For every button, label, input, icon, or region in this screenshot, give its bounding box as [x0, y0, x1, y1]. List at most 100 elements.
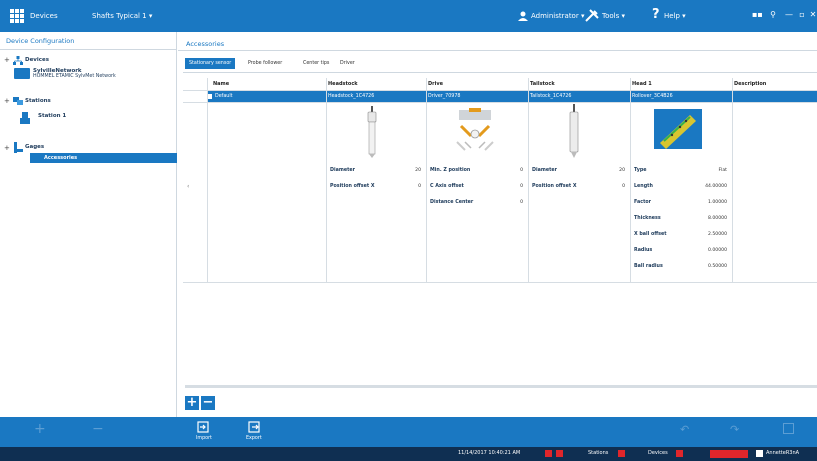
- tailstock-prop-offset-label: Position offset X: [532, 184, 577, 189]
- redo-icon[interactable]: ↷: [730, 423, 739, 436]
- minimize-button[interactable]: —: [784, 10, 794, 20]
- export-icon[interactable]: [248, 421, 260, 433]
- tab-driver[interactable]: Driver: [336, 58, 359, 69]
- column-header-head-1[interactable]: Head 1: [632, 78, 652, 90]
- status-alert-icon: [556, 450, 563, 457]
- status-user: AnnetteR3nA: [766, 450, 800, 456]
- divider: [0, 49, 177, 50]
- expand-icon[interactable]: +: [4, 56, 10, 64]
- drive-prop-distance-label: Distance Center: [430, 200, 474, 205]
- maximize-button[interactable]: ▫: [797, 10, 807, 20]
- grid-line: [426, 78, 427, 283]
- column-header-drive[interactable]: Drive: [428, 78, 443, 90]
- horizontal-scrollbar[interactable]: [185, 385, 817, 388]
- head-prop-type-label: Type: [634, 168, 647, 173]
- headstock-prop-offset-value[interactable]: 0: [409, 184, 421, 189]
- tab-bar-line: [183, 72, 817, 73]
- grid-line: [326, 78, 327, 283]
- status-alert-icon: [676, 450, 683, 457]
- status-alert-icon: [618, 450, 625, 457]
- user-menu[interactable]: Administrator ▾: [531, 12, 584, 20]
- import-icon[interactable]: [197, 421, 209, 433]
- headstock-image: [365, 106, 379, 158]
- column-header-name[interactable]: Name: [213, 78, 229, 90]
- column-header-headstock[interactable]: Headstock: [328, 78, 358, 90]
- add-row-button[interactable]: +: [185, 396, 199, 410]
- project-selector[interactable]: Shafts Typical 1 ▾: [92, 12, 152, 20]
- help-icon: ?: [652, 7, 660, 22]
- accessories-grid: Name Headstock Drive Tailstock Head 1 De…: [183, 78, 817, 283]
- stations-icon: [13, 96, 23, 106]
- tree-item-station-1[interactable]: Station 1: [38, 113, 66, 119]
- tailstock-prop-offset-value[interactable]: 0: [613, 184, 625, 189]
- apps-grid-icon[interactable]: [10, 9, 24, 23]
- tab-center-tips[interactable]: Center tips: [299, 58, 333, 69]
- tailstock-image: [567, 104, 581, 158]
- cell-head-1[interactable]: Rollover_3C4B26: [632, 91, 673, 102]
- grid-line: [183, 90, 817, 91]
- headstock-prop-offset-label: Position offset X: [330, 184, 375, 189]
- remove-icon[interactable]: −: [92, 421, 104, 437]
- tools-icon: [585, 9, 599, 22]
- head-prop-ballradius-label: Ball radius: [634, 264, 663, 269]
- tools-menu[interactable]: Tools ▾: [602, 12, 625, 20]
- tree-item-accessories[interactable]: Accessories: [30, 153, 177, 163]
- status-datetime: 11/14/2017 10:40:21 AM: [458, 450, 521, 456]
- drive-prop-caxis-label: C Axis offset: [430, 184, 464, 189]
- head-prop-ballradius-value[interactable]: 0.50000: [683, 264, 727, 269]
- drive-prop-caxis-value[interactable]: 0: [513, 184, 523, 189]
- help-menu[interactable]: Help ▾: [664, 12, 686, 20]
- head-prop-factor-value[interactable]: 1.00000: [683, 200, 727, 205]
- title-bar: Devices Shafts Typical 1 ▾ Administrator…: [0, 0, 817, 32]
- status-stations[interactable]: Stations: [588, 450, 608, 456]
- expand-icon[interactable]: +: [4, 97, 10, 105]
- cell-name[interactable]: Default: [215, 91, 233, 102]
- app-name: Devices: [30, 12, 58, 20]
- cell-headstock[interactable]: Headstock_1C4726: [328, 91, 374, 102]
- drive-prop-distance-value[interactable]: 0: [513, 200, 523, 205]
- tree-item-stations[interactable]: Stations: [25, 98, 51, 104]
- location-icon[interactable]: ⚲: [768, 10, 778, 20]
- import-label[interactable]: Import: [196, 436, 212, 441]
- head-prop-length-value[interactable]: 44.00000: [683, 184, 727, 189]
- grid-line: [183, 282, 817, 283]
- tailstock-prop-diameter-label: Diameter: [532, 168, 558, 173]
- network-icon: [13, 56, 23, 65]
- grid-line: [630, 78, 631, 283]
- cell-drive[interactable]: Driver_70978: [428, 91, 460, 102]
- head-prop-factor-label: Factor: [634, 200, 652, 205]
- export-label[interactable]: Export: [246, 436, 262, 441]
- network-device-icon: [14, 68, 30, 79]
- remove-row-button[interactable]: −: [201, 396, 215, 410]
- close-button[interactable]: ✕: [808, 10, 817, 20]
- save-icon[interactable]: [783, 423, 794, 434]
- tree-item-devices[interactable]: Devices: [25, 57, 49, 63]
- status-progress: [710, 450, 748, 458]
- tab-probe-follower[interactable]: Probe follower: [244, 58, 286, 69]
- head-prop-type-value[interactable]: Flat: [683, 168, 727, 173]
- tree-item-gages[interactable]: Gages: [25, 144, 44, 150]
- tailstock-prop-diameter-value[interactable]: 20: [613, 168, 625, 173]
- add-icon[interactable]: +: [34, 421, 46, 437]
- user-icon: [518, 11, 528, 21]
- drive-image: [453, 106, 497, 154]
- row-expander-icon[interactable]: ‹: [187, 183, 189, 190]
- column-header-description[interactable]: Description: [734, 78, 766, 90]
- cell-tailstock[interactable]: Tailstock_1C4726: [530, 91, 571, 102]
- bottom-toolbar: + − Import Export ↶ ↷: [0, 417, 817, 447]
- tree-item-network-sub: HOMMEL ETAMIC SylvMet Network: [33, 74, 116, 79]
- status-devices[interactable]: Devices: [648, 450, 668, 456]
- headstock-prop-diameter-value[interactable]: 20: [409, 168, 421, 173]
- head-prop-xball-value[interactable]: 2.50000: [683, 232, 727, 237]
- screen-icon[interactable]: ▪▪: [752, 10, 763, 20]
- tab-stationary-sensor[interactable]: Stationary sensor: [185, 58, 236, 69]
- head-prop-radius-value[interactable]: 0.00000: [683, 248, 727, 253]
- expand-icon[interactable]: +: [4, 144, 10, 152]
- undo-icon[interactable]: ↶: [680, 423, 689, 436]
- head-1-image: [654, 109, 702, 149]
- column-header-tailstock[interactable]: Tailstock: [530, 78, 555, 90]
- drive-prop-minz-value[interactable]: 0: [513, 168, 523, 173]
- head-prop-thickness-value[interactable]: 8.00000: [683, 216, 727, 221]
- station-icon: [20, 112, 30, 124]
- table-row-selected[interactable]: Default Headstock_1C4726 Driver_70978 Ta…: [207, 91, 817, 102]
